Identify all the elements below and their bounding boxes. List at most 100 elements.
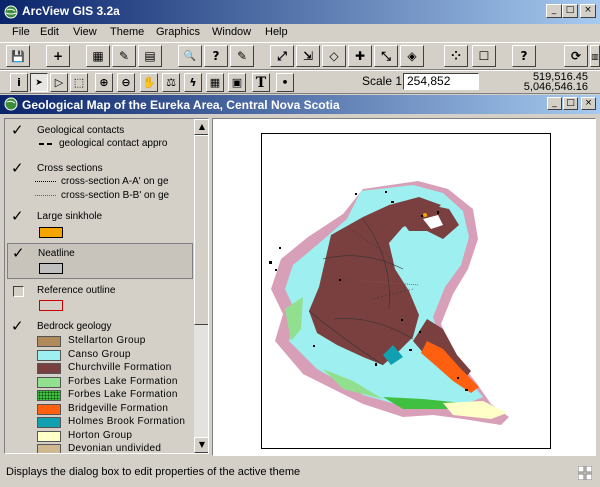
theme-bedrock-geology[interactable]: ✓ Bedrock geology Stellarton Group Canso … xyxy=(7,317,193,453)
legend-label: Holmes Brook Formation xyxy=(68,416,186,427)
refresh-icon: ⟳ xyxy=(570,49,582,63)
pan-tool[interactable]: ✋ xyxy=(140,73,158,92)
zoom-in-fixed-button[interactable]: ✚ xyxy=(348,45,372,67)
button-bar: 💾 + ▦ ✎ ▤ 🔍 ? ✎ ⤢ ⇲ ◇ ✚ ⤡ ◈ ⁘ ☐ ? ⟳ ▥ xyxy=(0,42,600,70)
legend-swatch xyxy=(37,430,61,442)
theme-name: Bedrock geology xyxy=(37,321,112,332)
area-of-interest-tool[interactable]: ▦ xyxy=(206,73,224,92)
draw-point-icon: • xyxy=(281,76,289,89)
outline-symbol xyxy=(39,300,63,311)
fill-symbol xyxy=(39,263,63,274)
select-by-theme-button[interactable]: ⁘ xyxy=(444,45,468,67)
theme-check-icon[interactable]: ✓ xyxy=(11,161,25,176)
zoom-in-tool[interactable]: ⊕ xyxy=(95,73,113,92)
legend-label: cross-section A-A' on ge xyxy=(61,176,169,187)
vertex-edit-tool[interactable]: ▷ xyxy=(50,73,68,92)
status-bar: Displays the dialog box to edit properti… xyxy=(0,461,600,487)
open-theme-table-button[interactable]: ▤ xyxy=(138,45,162,67)
pointer-tool[interactable]: ➤ xyxy=(30,73,48,92)
theme-large-sinkhole[interactable]: ✓ Large sinkhole xyxy=(7,207,193,241)
find-icon: 🔍 xyxy=(183,50,197,62)
legend-row: Devonian undivided xyxy=(7,443,197,453)
view-maximize-button[interactable]: □ xyxy=(563,97,578,110)
menu-graphics[interactable]: Graphics xyxy=(156,26,200,38)
theme-check-icon[interactable]: ✓ xyxy=(11,123,25,138)
select-feature-tool[interactable]: ⬚ xyxy=(70,73,88,92)
add-theme-button[interactable]: + xyxy=(46,45,70,67)
zoom-full-extent-button[interactable]: ⤢ xyxy=(270,45,294,67)
find-button[interactable]: 🔍 xyxy=(178,45,202,67)
scroll-down-button[interactable]: ▼ xyxy=(194,437,208,453)
theme-reference-outline[interactable]: Reference outline xyxy=(7,281,193,315)
app-title: ArcView GIS 3.2a xyxy=(22,4,120,18)
save-project-button[interactable]: 💾 xyxy=(6,45,30,67)
menu-file[interactable]: File xyxy=(12,26,30,38)
menu-view[interactable]: View xyxy=(73,26,97,38)
theme-name: Geological contacts xyxy=(37,125,125,136)
layout-icon: ▥ xyxy=(591,51,599,61)
zoom-active-themes-button[interactable]: ⇲ xyxy=(296,45,320,67)
toc-scrollbar[interactable]: ▲ ▼ xyxy=(194,119,208,453)
draw-point-tool[interactable]: • xyxy=(276,73,294,92)
view-title: Geological Map of the Eureka Area, Centr… xyxy=(22,98,340,112)
locate-address-icon: ? xyxy=(212,49,220,63)
menu-window[interactable]: Window xyxy=(212,26,251,38)
app-close-button[interactable]: × xyxy=(580,4,596,18)
menu-edit[interactable]: Edit xyxy=(40,26,59,38)
legend-label: geological contact appro xyxy=(59,138,168,149)
scale-input[interactable]: 254,852 xyxy=(403,73,479,90)
map-canvas[interactable] xyxy=(212,118,596,456)
legend-label: Forbes Lake Formation xyxy=(68,375,178,387)
legend-label: cross-section B-B' on ge xyxy=(61,190,170,201)
app-maximize-button[interactable]: □ xyxy=(562,4,578,18)
label-icon: ▣ xyxy=(231,76,243,89)
menu-help[interactable]: Help xyxy=(265,26,288,38)
theme-properties-button[interactable]: ▦ xyxy=(86,45,110,67)
dotted-line-symbol-icon xyxy=(35,181,57,182)
identify-tool[interactable]: i xyxy=(10,73,28,92)
view-title-bar: Geological Map of the Eureka Area, Centr… xyxy=(0,95,600,114)
zoom-previous-icon: ◈ xyxy=(407,49,417,63)
theme-check-icon[interactable]: ✓ xyxy=(12,246,26,261)
measure-tool[interactable]: ⚖ xyxy=(162,73,180,92)
legend-row: Forbes Lake Formation xyxy=(7,389,197,402)
text-tool[interactable]: T xyxy=(252,73,270,92)
legend-swatch xyxy=(37,417,61,428)
zoom-previous-button[interactable]: ◈ xyxy=(400,45,424,67)
layout-button[interactable]: ▥ xyxy=(590,45,600,67)
theme-check-icon[interactable]: ✓ xyxy=(11,319,25,334)
scroll-thumb[interactable] xyxy=(194,135,208,325)
theme-geological-contacts[interactable]: ✓ Geological contacts geological contact… xyxy=(7,121,193,157)
help-button[interactable]: ? xyxy=(512,45,536,67)
edit-legend-button[interactable]: ✎ xyxy=(112,45,136,67)
theme-neatline[interactable]: ✓ Neatline xyxy=(7,243,193,279)
theme-checkbox[interactable] xyxy=(13,286,24,297)
legend-row: Churchville Formation xyxy=(7,362,197,375)
menu-theme[interactable]: Theme xyxy=(110,26,144,38)
help-icon: ? xyxy=(520,49,528,63)
view-minimize-button[interactable]: _ xyxy=(547,97,562,110)
theme-name: Large sinkhole xyxy=(37,211,103,222)
legend-row: Stellarton Group xyxy=(7,335,197,348)
zoom-in-icon: ⊕ xyxy=(99,76,109,89)
app-minimize-button[interactable]: _ xyxy=(546,4,562,18)
theme-check-icon[interactable]: ✓ xyxy=(11,209,25,224)
theme-cross-sections[interactable]: ✓ Cross sections cross-section A-A' on g… xyxy=(7,159,193,205)
legend-swatch xyxy=(37,376,61,388)
clear-selection-button[interactable]: ☐ xyxy=(472,45,496,67)
scroll-up-button[interactable]: ▲ xyxy=(194,119,208,135)
refresh-button[interactable]: ⟳ xyxy=(564,45,588,67)
zoom-out-tool[interactable]: ⊖ xyxy=(117,73,135,92)
legend-label: Stellarton Group xyxy=(68,335,146,346)
zoom-selected-button[interactable]: ◇ xyxy=(322,45,346,67)
clear-selection-icon: ☐ xyxy=(478,49,490,63)
zoom-out-fixed-button[interactable]: ⤡ xyxy=(374,45,398,67)
locate-address-button[interactable]: ? xyxy=(204,45,228,67)
view-window: ✓ Geological contacts geological contact… xyxy=(0,114,600,459)
hotlink-tool[interactable]: ϟ xyxy=(184,73,202,92)
label-tool[interactable]: ▣ xyxy=(228,73,246,92)
query-builder-button[interactable]: ✎ xyxy=(230,45,254,67)
select-feature-icon: ⬚ xyxy=(73,76,85,89)
legend-swatch xyxy=(37,336,61,347)
view-close-button[interactable]: × xyxy=(581,97,596,110)
